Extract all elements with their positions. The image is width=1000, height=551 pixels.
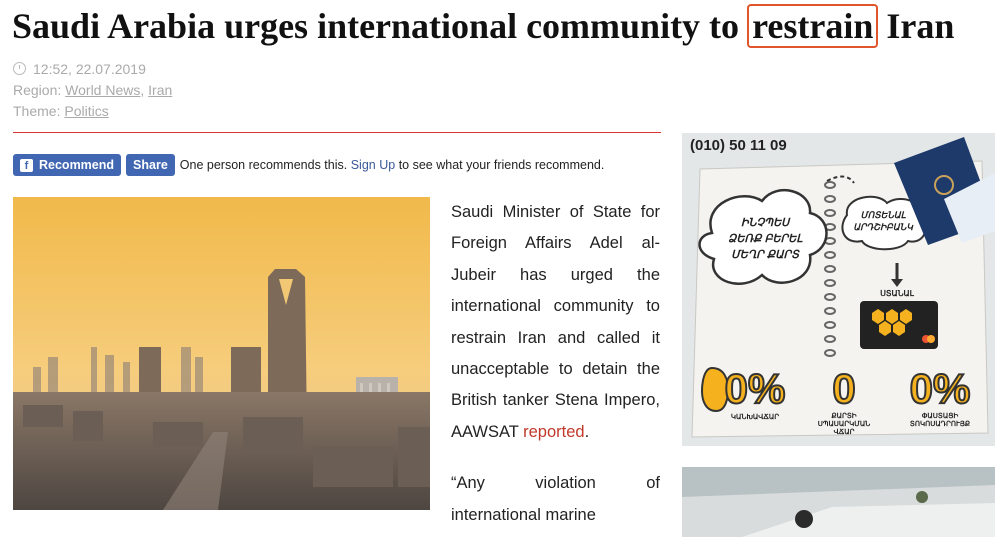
facebook-icon: f (20, 158, 33, 172)
region-link-iran[interactable]: Iran (148, 82, 172, 98)
ad-stat-caption-2: ՏՈԿՈՍԱԴՐՈՒՅՔ (909, 421, 971, 428)
ad-stat-value: 0 (831, 364, 856, 413)
ad-cloud-text: ԻՆՉՊԵՍ ՁԵՌՔ ԲԵՐԵԼ ՄԵՂՐ ՔԱՐՏ (722, 215, 808, 263)
headline-highlight: restrain (747, 4, 879, 48)
region-row: Region: World News, Iran (13, 80, 172, 100)
datetime-text: 12:52, 22.07.2019 (33, 61, 146, 77)
share-label: Share (133, 158, 168, 172)
advertisement-banner[interactable]: (010) 50 11 09 ԻՆՉՊԵՍ ՁԵՌՔ ԲԵՐԵԼ ՄԵՂՐ ՔԱ… (682, 133, 995, 446)
advertisement-banner-2[interactable] (682, 467, 995, 537)
region-separator: , (140, 82, 145, 98)
paragraph-end: . (584, 422, 590, 441)
ad-cloud-line-2: ՁԵՌՔ ԲԵՐԵԼ (727, 233, 803, 245)
ad-stat-value: 0% (909, 364, 972, 413)
signup-link[interactable]: Sign Up (351, 158, 395, 172)
ad-step1-line-1: ՄՈՏԵՆԱԼ (860, 210, 906, 220)
headline-text-end: Iran (886, 6, 955, 46)
clock-icon (13, 62, 26, 75)
article-headline: Saudi Arabia urges international communi… (12, 4, 954, 48)
headline-text: Saudi Arabia urges international communi… (12, 6, 740, 46)
recommend-label: Recommend (39, 158, 115, 172)
share-button[interactable]: Share (126, 154, 175, 176)
ad-stats-row: 0% ԿԱՆԽԱՎՃԱՐ 0 ՔԱՐՏԻ ՍՊԱՍԱՐԿՄԱՆ ՎՃԱՐ 0% … (692, 364, 992, 441)
article-body: Saudi Minister of State for Foreign Affa… (451, 197, 660, 551)
theme-link-politics[interactable]: Politics (64, 103, 108, 119)
ad-stat-service-fee: 0 ՔԱՐՏԻ ՍՊԱՍԱՐԿՄԱՆ ՎՃԱՐ (804, 364, 884, 437)
recommend-suffix-text: to see what your friends recommend. (398, 158, 605, 172)
source-link-reported[interactable]: reported (523, 423, 584, 441)
ad-step-approach: ՄՈՏԵՆԱԼ ԱՐԴՇԻԲԱՆԿ (850, 209, 916, 233)
ad-stat-interest: 0% ՓԱՍՏԱՑԻ ՏՈԿՈՍԱԴՐՈՒՅՔ (892, 364, 988, 429)
header-divider (13, 132, 661, 133)
ad-phone-number: (010) 50 11 09 (690, 137, 787, 154)
publish-datetime: 12:52, 22.07.2019 (13, 59, 146, 79)
ad-step1-line-2: ԱՐԴՇԻԲԱՆԿ (853, 222, 913, 232)
region-label: Region: (13, 82, 62, 98)
paragraph-text: Saudi Minister of State for Foreign Affa… (451, 203, 660, 441)
ad-stat-caption: ԿԱՆԽԱՎՃԱՐ (730, 414, 780, 421)
article-paragraph-1: Saudi Minister of State for Foreign Affa… (451, 197, 660, 448)
recommend-text: One person recommends this. Sign Up to s… (180, 158, 605, 172)
ad-stat-value: 0% (724, 364, 787, 413)
ad-cloud-line-3: ՄԵՂՐ ՔԱՐՏ (731, 249, 799, 261)
article-paragraph-2: “Any violation of international marine (451, 474, 660, 524)
ad-cloud-line-1: ԻՆՉՊԵՍ (740, 217, 790, 229)
recommend-button[interactable]: f Recommend (13, 154, 122, 176)
ad-stat-caption-1: ՓԱՍՏԱՑԻ (921, 413, 959, 420)
facebook-recommend-bar: f Recommend Share One person recommends … (13, 154, 604, 176)
ad-stat-caption-3: ՎՃԱՐ (833, 429, 855, 436)
recommend-count-text: One person recommends this. (179, 158, 348, 172)
article-photo-riyadh-skyline (13, 197, 430, 510)
theme-row: Theme: Politics (13, 101, 109, 121)
ad-step-receive: ՍՏԱՆԱԼ (880, 289, 914, 298)
ad-stat-prepayment: 0% ԿԱՆԽԱՎՃԱՐ (710, 364, 800, 422)
ad-stat-caption-1: ՔԱՐՏԻ (831, 413, 857, 420)
region-link-world-news[interactable]: World News (65, 82, 140, 98)
ad-stat-caption-2: ՍՊԱՍԱՐԿՄԱՆ (817, 421, 871, 428)
theme-label: Theme: (13, 103, 61, 119)
